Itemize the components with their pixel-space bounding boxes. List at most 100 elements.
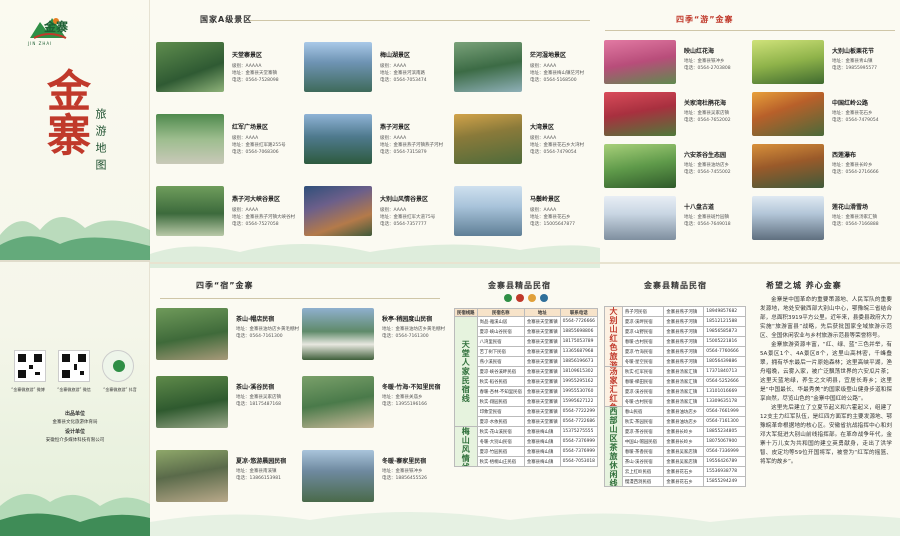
homestay-row-address: 金寨县汤家汇镇 — [663, 386, 705, 397]
homestay-phone: 电话：0564-7161300 — [382, 334, 429, 339]
spot-phone: 电话：0564-7527058 — [232, 222, 279, 227]
stay-section-rule — [160, 298, 440, 299]
credits-design: 安徽恒介多媒体科技有限公司 — [45, 438, 105, 443]
homestay-row-phone: 0564-7722299 — [559, 406, 599, 417]
spot-photo — [454, 42, 522, 92]
header-phone: 联系电话 — [559, 308, 599, 317]
homestay-row-phone: 19856585873 — [703, 326, 746, 337]
homestay-row-phone: 18175053789 — [559, 336, 599, 347]
spot-card[interactable]: 茫河湿地景区 级别：AAAA 地址：金寨县梅山镇茫河村 电话：0564-5168… — [454, 42, 599, 94]
homestay-row-phone: 0564-7161300 — [703, 416, 746, 427]
season-spot-card[interactable]: 大别山板栗花节 地址：金寨县青山镇 电话：19855995577 — [752, 40, 897, 88]
homestay-row-address: 金寨县燕子河镇 — [663, 336, 705, 347]
spot-address: 地址：金寨县花石乡 — [530, 215, 571, 220]
spot-address: 地址：金寨县红军路255号 — [232, 143, 286, 148]
homestay-row-phone: 0564-7760666 — [703, 346, 746, 357]
homestay-name: 茶山·帽店民宿 — [236, 316, 275, 323]
spot-phone: 电话：0564-7315879 — [380, 150, 427, 155]
homestay-row-phone: 19955295162 — [559, 376, 599, 387]
about-paragraph: 金寨是中国革命的重要策源地、人民军队的重要发源地，地处安徽西部大别山中心，鄂豫皖… — [760, 297, 892, 339]
homestay-name: 茶山·溪谷民宿 — [236, 384, 275, 391]
homestay-card[interactable]: 茶山·帽店民宿 地址：金寨县油坊店乡黄毛棚村 电话：0564-7161300 — [156, 308, 301, 366]
spot-card[interactable]: 大湾景区 级别：AAAA 地址：金寨县花石乡大湾村 电话：0564-747905… — [454, 114, 599, 166]
homestay-row-phone: 18056439886 — [703, 356, 746, 367]
season-spot-name: 大别山板栗花节 — [832, 48, 875, 55]
homestay-row-phone: 18109615302 — [559, 366, 599, 377]
season-spot-card[interactable]: 关家湾杜鹃花海 地址：金寨县吴家店镇 电话：0564-7652002 — [604, 92, 749, 140]
header-name: 民宿名称 — [476, 308, 525, 317]
season-spot-card[interactable]: 十八盘古道 地址：金寨县斑竹园镇 电话：0564-7649018 — [604, 196, 749, 244]
season-spot-address: 地址：金寨县花石乡 — [832, 111, 873, 116]
homestay-photo — [156, 450, 228, 502]
credits-design-label: 设计单位 — [64, 429, 85, 435]
homestay-address: 地址：金寨县关庙乡 — [382, 395, 423, 400]
homestay-row-phone: 13101016669 — [703, 386, 746, 397]
homestay-row-name: 秋实·梧桐山庄民宿 — [476, 456, 525, 467]
qr-caption-douyin: “金寨微旅游” 抖音 — [103, 387, 137, 392]
homestay-row-address: 金寨县天堂寨镇 — [523, 346, 561, 357]
homestay-row-address: 金寨县燕子河镇 — [663, 356, 705, 367]
spot-name: 大别山风情谷景区 — [380, 196, 429, 203]
season-spot-address: 地址：金寨县斑竹园镇 — [684, 215, 729, 220]
spot-card[interactable]: 天堂寨景区 级别：AAAAA 地址：金寨县天堂寨镇 电话：0564-752809… — [156, 42, 301, 94]
homestay-row-phone: 18949857682 — [703, 306, 746, 317]
credits-org: 金寨县文化旅游体育局 — [52, 420, 98, 425]
homestay-phone: 电话：18856455526 — [382, 476, 427, 481]
homestay-photo — [302, 376, 374, 428]
homestay-row-address: 金寨县燕子河镇 — [663, 316, 705, 327]
homestay-row-name: 春暖·古村民宿 — [621, 336, 665, 347]
route-label: 西部山区茶旅休闲线 — [604, 406, 623, 487]
season-spot-phone: 电话：0564-2716666 — [832, 170, 879, 175]
qr-code-wechat[interactable] — [58, 350, 90, 382]
qr-code-weibo[interactable] — [14, 350, 46, 382]
homestay-row-phone: 19556426789 — [703, 456, 746, 467]
homestay-photo — [156, 308, 228, 360]
season-spot-name: 中国红岭公路 — [832, 100, 869, 107]
homestay-row-address: 金寨县燕子河镇 — [663, 326, 705, 337]
homestay-row-phone: 0564-7376999 — [559, 436, 599, 447]
season-spot-card[interactable]: 西莲瀑布 地址：金寨县长岭乡 电话：0564-2716666 — [752, 144, 897, 192]
homestay-row-address: 金寨县天堂寨镇 — [523, 396, 561, 407]
season-spot-card[interactable]: 中国红岭公路 地址：金寨县花石乡 电话：0564-7479054 — [752, 92, 897, 140]
season-spot-card[interactable]: 六安茶谷生态园 地址：金寨县油坊店乡 电话：0564-7455002 — [604, 144, 749, 192]
homestay-row-phone: 15536938778 — [703, 466, 746, 477]
season-spot-card[interactable]: 映山红花海 地址：金寨县铁冲乡 电话：0564-2703808 — [604, 40, 749, 88]
qr-code-douyin[interactable] — [102, 350, 134, 382]
homestay-row-name: 中国山·帽园民宿 — [621, 436, 665, 447]
panel-divider — [0, 260, 150, 262]
homestay-row-name: 春山民宿 — [621, 406, 665, 417]
homestay-row-address: 金寨县燕子河镇 — [663, 346, 705, 357]
homestay-row-name: 夏凉·竹海民宿 — [621, 346, 665, 357]
homestay-phone: 电话：18175487168 — [236, 402, 281, 407]
about-section-title: 希望之城 养心金寨 — [766, 281, 842, 290]
spot-name: 燕子河大峡谷景区 — [232, 196, 281, 203]
homestay-row-phone: 0564-7722686 — [559, 416, 599, 427]
table-logo-icons — [504, 294, 548, 302]
spot-card[interactable]: 红军广场景区 级别：AAAA 地址：金寨县红军路255号 电话：0564-706… — [156, 114, 301, 166]
about-text-block: 金寨是中国革命的重要策源地、人民军队的重要发源地，地处安徽西部大别山中心，鄂豫皖… — [760, 296, 892, 467]
header-address: 地址 — [523, 308, 561, 317]
spot-card[interactable]: 梅山湖景区 级别：AAAA 地址：金寨县河滨南路 电话：0564-7053474 — [304, 42, 449, 94]
spot-phone: 电话：0564-5168500 — [530, 78, 577, 83]
homestay-row-name: 冬暖·古村民宿 — [621, 396, 665, 407]
homestay-row-address: 金寨县天堂寨镇 — [523, 326, 561, 337]
homestay-card[interactable]: 秋亭·稍园度山民宿 地址：金寨县油坊店乡黄毛棚村 电话：0564-7161300 — [302, 308, 447, 366]
homestay-row-phone: 18512121588 — [703, 316, 746, 327]
logo-subtext: JIN ZHAI — [28, 41, 53, 46]
bottom-mountain-decoration — [0, 493, 150, 536]
homestay-row-phone: 15375275555 — [559, 426, 599, 437]
homestay-row-address: 金寨县天堂寨镇 — [523, 356, 561, 367]
spot-card[interactable]: 燕子河景区 级别：AAAA 地址：金寨县燕子河镇燕子河村 电话：0564-731… — [304, 114, 449, 166]
homestay-row-address: 金寨县梅山镇 — [523, 446, 561, 457]
season-spot-card[interactable]: 莲花山滑雪场 地址：金寨县汤家汇镇 电话：0564-7166888 — [752, 196, 897, 244]
homestay-row-phone: 0564-7336999 — [703, 446, 746, 457]
homestay-row-address: 金寨县汤家汇镇 — [663, 376, 705, 387]
homestay-card[interactable]: 茶山·溪谷民宿 地址：金寨县吴家店镇 电话：18175487168 — [156, 376, 301, 434]
spot-grade: 级别：AAAA — [530, 208, 557, 213]
homestay-card[interactable]: 冬暖·竹海·不知里民宿 地址：金寨县关庙乡 电话：13955196166 — [302, 376, 447, 434]
season-spot-name: 西莲瀑布 — [832, 152, 857, 159]
spot-name: 梅山湖景区 — [380, 52, 411, 59]
season-spot-address: 地址：金寨县油坊店乡 — [684, 163, 729, 168]
homestay-row-name: 印象堂民宿 — [476, 406, 525, 417]
season-spot-photo — [752, 196, 824, 240]
